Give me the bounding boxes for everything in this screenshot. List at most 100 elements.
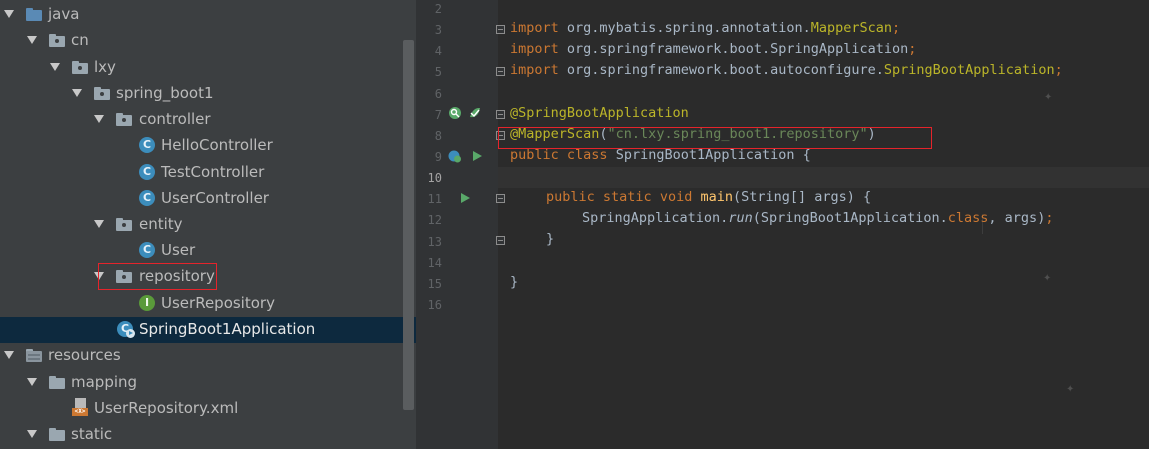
code-line-9: public class SpringBoot1Application { bbox=[510, 147, 811, 163]
tree-item-static[interactable]: static bbox=[0, 422, 416, 448]
current-line-highlight bbox=[498, 167, 1149, 188]
class-icon: C bbox=[139, 164, 155, 180]
tree-item-hello-controller[interactable]: C HelloController bbox=[0, 133, 416, 159]
tree-item-label: TestController bbox=[161, 163, 265, 181]
fold-marker-icon[interactable] bbox=[496, 67, 505, 76]
tree-item-label: User bbox=[161, 241, 196, 259]
fold-marker-icon[interactable] bbox=[496, 110, 505, 119]
line-number: 10 bbox=[427, 171, 442, 185]
code-line-4: import org.springframework.boot.SpringAp… bbox=[510, 41, 917, 57]
resources-folder-icon bbox=[26, 349, 42, 362]
line-number: 11 bbox=[427, 192, 442, 206]
code-line-13: } bbox=[546, 231, 555, 247]
class-icon: C bbox=[139, 190, 155, 206]
tree-item-label: lxy bbox=[94, 58, 116, 76]
interface-icon: I bbox=[139, 295, 155, 311]
expand-arrow-icon[interactable] bbox=[27, 378, 37, 386]
expand-arrow-icon[interactable] bbox=[4, 10, 14, 18]
source-folder-icon bbox=[26, 8, 42, 21]
star-decoration: ✦ bbox=[1043, 273, 1052, 284]
line-number: 12 bbox=[427, 213, 442, 227]
tree-item-mapping[interactable]: mapping bbox=[0, 370, 416, 396]
tree-scrollbar[interactable] bbox=[403, 40, 414, 410]
line-number: 6 bbox=[434, 87, 442, 101]
star-decoration: ✦ bbox=[1066, 384, 1075, 395]
line-number: 16 bbox=[427, 298, 442, 312]
package-icon bbox=[49, 34, 65, 47]
tree-item-lxy[interactable]: lxy bbox=[0, 55, 416, 81]
package-icon bbox=[116, 113, 132, 126]
tree-item-label: HelloController bbox=[161, 136, 273, 154]
tree-item-controller[interactable]: controller bbox=[0, 107, 416, 133]
tree-item-label: static bbox=[71, 425, 113, 443]
tree-item-user-repository-xml[interactable]: <X> UserRepository.xml bbox=[0, 396, 416, 422]
tree-item-user-controller[interactable]: C UserController bbox=[0, 186, 416, 212]
line-number: 5 bbox=[434, 65, 442, 79]
line-number: 13 bbox=[427, 235, 442, 249]
line-number: 8 bbox=[434, 129, 442, 143]
spring-config-icon[interactable] bbox=[468, 106, 482, 120]
line-number: 15 bbox=[427, 277, 442, 291]
spring-bean-icon[interactable] bbox=[448, 149, 462, 163]
line-number: 7 bbox=[434, 108, 442, 122]
package-icon bbox=[116, 218, 132, 231]
code-line-3: import org.mybatis.spring.annotation.Map… bbox=[510, 20, 901, 36]
expand-arrow-icon[interactable] bbox=[94, 220, 104, 228]
tree-item-label: resources bbox=[48, 346, 121, 364]
code-line-5: import org.springframework.boot.autoconf… bbox=[510, 62, 1063, 78]
tree-item-label: spring_boot1 bbox=[116, 84, 214, 102]
code-line-12: SpringApplication.run(SpringBoot1Applica… bbox=[582, 210, 1054, 226]
expand-arrow-icon[interactable] bbox=[94, 115, 104, 123]
line-number: 9 bbox=[434, 150, 442, 164]
code-line-15: } bbox=[510, 274, 519, 290]
expand-arrow-icon[interactable] bbox=[4, 351, 14, 359]
tree-item-label: mapping bbox=[71, 373, 138, 391]
tree-item-label: UserRepository bbox=[161, 294, 275, 312]
expand-arrow-icon[interactable] bbox=[50, 63, 60, 71]
package-icon bbox=[72, 61, 88, 74]
xml-file-icon: <X> bbox=[72, 398, 88, 416]
run-icon[interactable] bbox=[473, 151, 482, 161]
fold-marker-icon[interactable] bbox=[496, 236, 505, 245]
tree-item-entity[interactable]: entity bbox=[0, 212, 416, 238]
tree-item-label: cn bbox=[71, 31, 89, 49]
fold-marker-icon[interactable] bbox=[496, 194, 505, 203]
highlight-box-repository bbox=[98, 263, 217, 290]
highlight-box-mapperscan bbox=[498, 127, 932, 149]
spring-boot-app-class-icon: C bbox=[117, 321, 135, 338]
code-line-11: public static void main(String[] args) { bbox=[546, 189, 872, 205]
folder-icon bbox=[49, 428, 65, 441]
star-decoration: ✦ bbox=[1044, 92, 1053, 103]
line-number: 2 bbox=[434, 2, 442, 16]
tree-item-java[interactable]: java bbox=[0, 2, 416, 28]
class-icon: C bbox=[139, 242, 155, 258]
expand-arrow-icon[interactable] bbox=[72, 89, 82, 97]
package-icon bbox=[94, 87, 110, 100]
spring-bean-icon[interactable] bbox=[448, 106, 462, 120]
code-editor[interactable]: ✦ ✦ ✦ ✦ 2 3 4 5 6 7 8 9 10 11 12 13 14 1… bbox=[416, 0, 1149, 449]
tree-item-springboot1-application[interactable]: C SpringBoot1Application bbox=[0, 317, 416, 343]
line-number: 4 bbox=[434, 44, 442, 58]
line-number: 14 bbox=[427, 256, 442, 270]
tree-item-label: UserController bbox=[161, 189, 269, 207]
tree-item-test-controller[interactable]: C TestController bbox=[0, 160, 416, 186]
project-tree-panel: java cn lxy spring_boot1 controller C He… bbox=[0, 0, 416, 449]
tree-item-label: java bbox=[48, 5, 80, 23]
class-icon: C bbox=[139, 137, 155, 153]
tree-item-user-repository[interactable]: I UserRepository bbox=[0, 291, 416, 317]
tree-item-cn[interactable]: cn bbox=[0, 28, 416, 54]
tree-item-label: UserRepository.xml bbox=[94, 399, 239, 417]
tree-item-label: SpringBoot1Application bbox=[139, 320, 316, 338]
line-number: 3 bbox=[434, 23, 442, 37]
tree-item-label: controller bbox=[139, 110, 211, 128]
tree-item-spring-boot1[interactable]: spring_boot1 bbox=[0, 81, 416, 107]
folder-icon bbox=[49, 376, 65, 389]
tree-item-label: entity bbox=[139, 215, 183, 233]
expand-arrow-icon[interactable] bbox=[27, 430, 37, 438]
editor-gutter: 2 3 4 5 6 7 8 9 10 11 12 13 14 15 16 bbox=[416, 0, 505, 449]
tree-item-user[interactable]: C User bbox=[0, 238, 416, 264]
expand-arrow-icon[interactable] bbox=[27, 36, 37, 44]
run-icon[interactable] bbox=[461, 193, 470, 203]
tree-item-resources[interactable]: resources bbox=[0, 343, 416, 369]
fold-marker-icon[interactable] bbox=[496, 25, 505, 34]
